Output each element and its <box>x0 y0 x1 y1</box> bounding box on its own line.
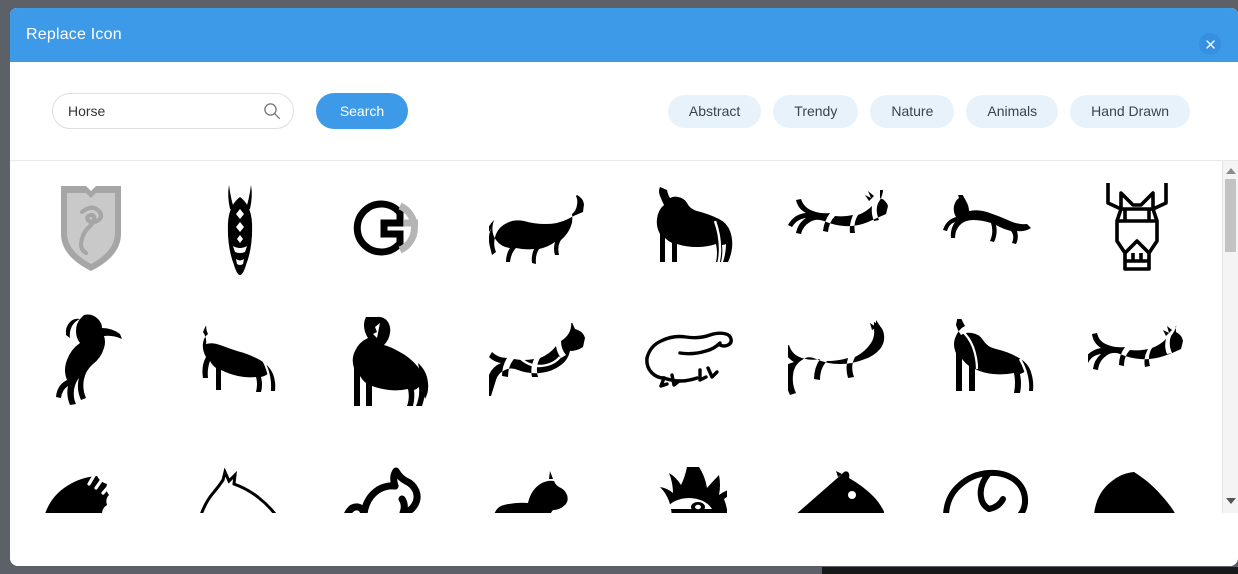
horse-walking-silhouette-icon[interactable] <box>465 161 615 294</box>
icon-results-area <box>10 161 1238 513</box>
dialog-titlebar: Replace Icon <box>10 8 1238 62</box>
horse-standing-mane-silhouette-icon[interactable] <box>913 294 1063 427</box>
horse-carousel-silhouette-icon[interactable] <box>465 294 615 427</box>
replace-icon-dialog: Replace Icon Search Abstract Trendy Natu… <box>10 8 1238 566</box>
horse-head-line-sketch-icon[interactable] <box>166 427 316 513</box>
category-tag-nature[interactable]: Nature <box>870 94 955 128</box>
category-tag-trendy[interactable]: Trendy <box>773 94 859 128</box>
scroll-down-arrow-icon[interactable] <box>1223 493 1238 508</box>
icon-grid <box>10 161 1218 513</box>
search-button[interactable]: Search <box>316 93 408 129</box>
search-icon[interactable] <box>263 102 281 125</box>
vertical-scrollbar[interactable] <box>1222 161 1238 513</box>
horse-head-angular-icon[interactable] <box>764 427 914 513</box>
category-tag-list: Abstract Trendy Nature Animals Hand Draw… <box>667 94 1190 128</box>
scrollbar-thumb[interactable] <box>1225 179 1236 252</box>
close-icon <box>1205 39 1215 49</box>
horse-trotting-silhouette-icon[interactable] <box>913 161 1063 294</box>
horse-jumping-silhouette-icon[interactable] <box>764 294 914 427</box>
category-tag-abstract[interactable]: Abstract <box>667 94 762 128</box>
dialog-footer <box>10 513 1238 566</box>
horse-head-solid-wedge-icon[interactable] <box>1063 427 1213 513</box>
horse-shield-crest-icon[interactable] <box>16 161 166 294</box>
horse-head-mane-stripes-icon[interactable] <box>16 427 166 513</box>
category-tag-animals[interactable]: Animals <box>966 94 1059 128</box>
horse-head-geometric-outline-icon[interactable] <box>1063 161 1213 294</box>
horse-lying-silhouette-icon[interactable] <box>465 427 615 513</box>
horse-head-loop-outline-icon[interactable] <box>913 427 1063 513</box>
category-tag-hand-drawn[interactable]: Hand Drawn <box>1070 94 1190 128</box>
backdrop-left-strip <box>0 0 10 574</box>
close-button[interactable] <box>1199 33 1221 55</box>
horse-running-silhouette-icon[interactable] <box>1063 294 1213 427</box>
horse-rearing-silhouette-icon[interactable] <box>16 294 166 427</box>
page-title: Replace Icon <box>26 26 122 43</box>
horse-head-frontal-tribal-icon[interactable] <box>166 161 316 294</box>
horse-face-portrait-icon[interactable] <box>614 427 764 513</box>
horse-brush-stroke-icon[interactable] <box>315 427 465 513</box>
horse-galloping-silhouette-icon[interactable] <box>764 161 914 294</box>
backdrop-dark-panel <box>822 567 1238 574</box>
search-field-wrapper <box>52 93 294 129</box>
search-input[interactable] <box>52 93 294 129</box>
horse-walking-thin-silhouette-icon[interactable] <box>166 294 316 427</box>
horse-outline-running-icon[interactable] <box>614 294 764 427</box>
horse-standing-proud-silhouette-icon[interactable] <box>315 294 465 427</box>
search-toolbar: Search Abstract Trendy Nature Animals Ha… <box>10 62 1238 161</box>
scroll-up-arrow-icon[interactable] <box>1223 163 1238 178</box>
horse-standing-silhouette-icon[interactable] <box>614 161 764 294</box>
horse-g-monogram-icon[interactable] <box>315 161 465 294</box>
